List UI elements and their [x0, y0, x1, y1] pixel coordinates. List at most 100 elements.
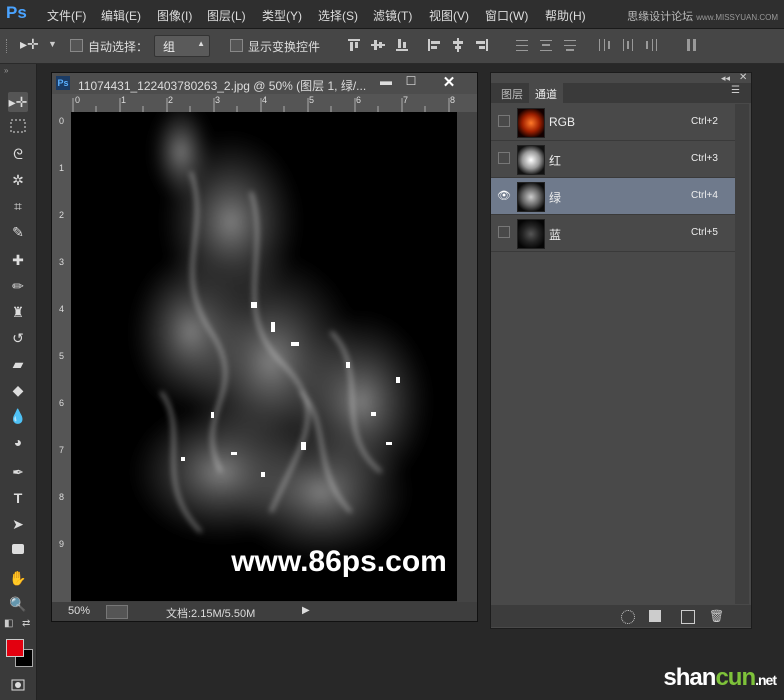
- channel-row-red[interactable]: 红 Ctrl+3: [491, 141, 735, 178]
- document-canvas[interactable]: www.86ps.com: [71, 112, 457, 601]
- menu-bar: Ps 文件(F) 编辑(E) 图像(I) 图层(L) 类型(Y) 选择(S) 滤…: [0, 0, 784, 29]
- marquee-tool-icon[interactable]: [8, 118, 28, 138]
- brush-tool-icon[interactable]: ✏: [8, 276, 28, 296]
- align-top-icon[interactable]: [346, 37, 362, 53]
- swap-colors-icon[interactable]: ⇄: [22, 618, 30, 629]
- visibility-toggle[interactable]: [498, 226, 510, 238]
- ruler-v-label: 8: [59, 492, 65, 502]
- move-tool-icon[interactable]: ▸✛: [8, 92, 28, 112]
- eraser-icon[interactable]: ▰: [8, 354, 28, 374]
- menu-select[interactable]: 选择(S): [318, 7, 358, 24]
- distribute-bottom-icon[interactable]: [562, 37, 578, 53]
- show-transform-checkbox[interactable]: [230, 39, 243, 52]
- document-tab[interactable]: Ps 11074431_122403780263_2.jpg @ 50% (图层…: [52, 73, 477, 94]
- tab-layers[interactable]: 图层: [501, 86, 523, 102]
- lasso-tool-icon[interactable]: ᘓ: [8, 144, 28, 164]
- document-info: 文档:2.15M/5.50M: [166, 608, 256, 620]
- maximize-icon[interactable]: ☐: [399, 74, 423, 92]
- ruler-v-label: 4: [59, 304, 65, 314]
- trash-icon[interactable]: 🗑: [709, 610, 724, 622]
- auto-select-checkbox[interactable]: [70, 39, 83, 52]
- visibility-toggle[interactable]: [498, 115, 510, 127]
- zoom-tool-icon[interactable]: 🔍: [8, 594, 28, 614]
- align-bottom-icon[interactable]: [394, 37, 410, 53]
- ruler-v-label: 2: [59, 210, 65, 220]
- document-title: 11074431_122403780263_2.jpg @ 50% (图层 1,…: [78, 79, 367, 93]
- channel-row-blue[interactable]: 蓝 Ctrl+5: [491, 215, 735, 252]
- auto-align-icon[interactable]: [684, 37, 700, 53]
- foreground-color-swatch[interactable]: [6, 639, 24, 657]
- dodge-tool-icon[interactable]: ◕: [8, 432, 28, 452]
- zoom-level[interactable]: 50%: [68, 605, 90, 617]
- history-brush-icon[interactable]: ↺: [8, 328, 28, 348]
- quick-mask-icon[interactable]: [8, 676, 28, 696]
- menu-view[interactable]: 视图(V): [429, 7, 469, 24]
- auto-select-dropdown[interactable]: 组 ▲: [154, 35, 210, 57]
- paint-bucket-icon[interactable]: ◆: [8, 380, 28, 400]
- crop-tool-icon[interactable]: ⌗: [8, 196, 28, 216]
- menu-layer[interactable]: 图层(L): [207, 7, 246, 24]
- menu-window[interactable]: 窗口(W): [485, 7, 528, 24]
- menu-edit[interactable]: 编辑(E): [101, 7, 141, 24]
- watermark-part: shan: [663, 664, 716, 691]
- hand-tool-icon[interactable]: ✋: [8, 568, 28, 588]
- vertical-scrollbar[interactable]: [457, 112, 477, 602]
- close-icon[interactable]: ✕: [432, 73, 466, 91]
- distribute-hcenter-icon[interactable]: [620, 37, 636, 53]
- watermark-url: www.MISSYUAN.COM: [696, 13, 778, 22]
- grip-icon: [6, 39, 11, 53]
- align-right-icon[interactable]: [474, 37, 490, 53]
- tab-channels[interactable]: 通道: [529, 83, 563, 105]
- document-window: Ps 11074431_122403780263_2.jpg @ 50% (图层…: [51, 72, 478, 622]
- chevron-down-icon[interactable]: ▼: [48, 39, 57, 49]
- clone-stamp-icon[interactable]: ♜: [8, 302, 28, 322]
- horizontal-ruler: 0 1 2 3 4 5 6 7 8: [71, 94, 477, 112]
- panel-tab-bar: 图层 通道 ☰: [491, 83, 751, 105]
- path-selection-icon[interactable]: ➤: [8, 514, 28, 534]
- panel-scrollbar[interactable]: [735, 104, 749, 604]
- collapse-icon[interactable]: »: [4, 66, 8, 75]
- panel-menu-icon[interactable]: ☰: [731, 85, 740, 96]
- menu-type[interactable]: 类型(Y): [262, 7, 302, 24]
- channel-name: 绿: [549, 191, 562, 205]
- distribute-right-icon[interactable]: [644, 37, 660, 53]
- align-vcenter-icon[interactable]: [370, 37, 386, 53]
- pen-tool-icon[interactable]: ✒: [8, 462, 28, 482]
- distribute-top-icon[interactable]: [514, 37, 530, 53]
- channel-thumbnail: [517, 145, 545, 175]
- channel-row-rgb[interactable]: RGB Ctrl+2: [491, 104, 735, 141]
- new-channel-icon[interactable]: [681, 610, 695, 624]
- magic-wand-icon[interactable]: ✲: [8, 170, 28, 190]
- menu-filter[interactable]: 滤镜(T): [373, 7, 412, 24]
- blur-tool-icon[interactable]: 💧: [8, 406, 28, 426]
- channel-row-green[interactable]: 👁 绿 Ctrl+4: [491, 178, 735, 215]
- work-path-icon[interactable]: [106, 605, 128, 619]
- eye-icon[interactable]: 👁: [497, 189, 511, 202]
- type-tool-icon[interactable]: T: [8, 488, 28, 508]
- load-selection-icon[interactable]: [621, 610, 635, 624]
- ruler-v-label: 1: [59, 163, 65, 173]
- updown-arrow-icon: ▲: [197, 39, 205, 48]
- eyedropper-icon[interactable]: ✎: [8, 222, 28, 242]
- save-selection-icon[interactable]: [649, 610, 661, 622]
- distribute-left-icon[interactable]: [596, 37, 612, 53]
- channel-shortcut: Ctrl+3: [691, 153, 718, 164]
- align-left-icon[interactable]: [426, 37, 442, 53]
- align-hcenter-icon[interactable]: [450, 37, 466, 53]
- shape-tool-icon[interactable]: [8, 540, 28, 560]
- minimize-icon[interactable]: ▬: [374, 74, 398, 92]
- panel-footer: 🗑: [491, 605, 751, 627]
- menu-image[interactable]: 图像(I): [157, 7, 192, 24]
- menu-help[interactable]: 帮助(H): [545, 7, 586, 24]
- visibility-toggle[interactable]: [498, 152, 510, 164]
- show-transform-label: 显示变换控件: [248, 40, 321, 54]
- move-tool-icon[interactable]: ▸✛: [20, 36, 39, 53]
- status-menu-arrow-icon[interactable]: ▶: [302, 605, 310, 616]
- default-colors-icon[interactable]: ◧: [4, 618, 13, 629]
- healing-brush-icon[interactable]: ✚: [8, 250, 28, 270]
- menu-file[interactable]: 文件(F): [47, 7, 86, 24]
- distribute-vcenter-icon[interactable]: [538, 37, 554, 53]
- channels-panel: ◂◂ ✕ 图层 通道 ☰ RGB Ctrl+2 红 Ctrl+3 👁 绿 Ctr…: [490, 72, 752, 629]
- channel-shortcut: Ctrl+4: [691, 190, 718, 201]
- panel-close-icon[interactable]: ✕: [739, 72, 747, 83]
